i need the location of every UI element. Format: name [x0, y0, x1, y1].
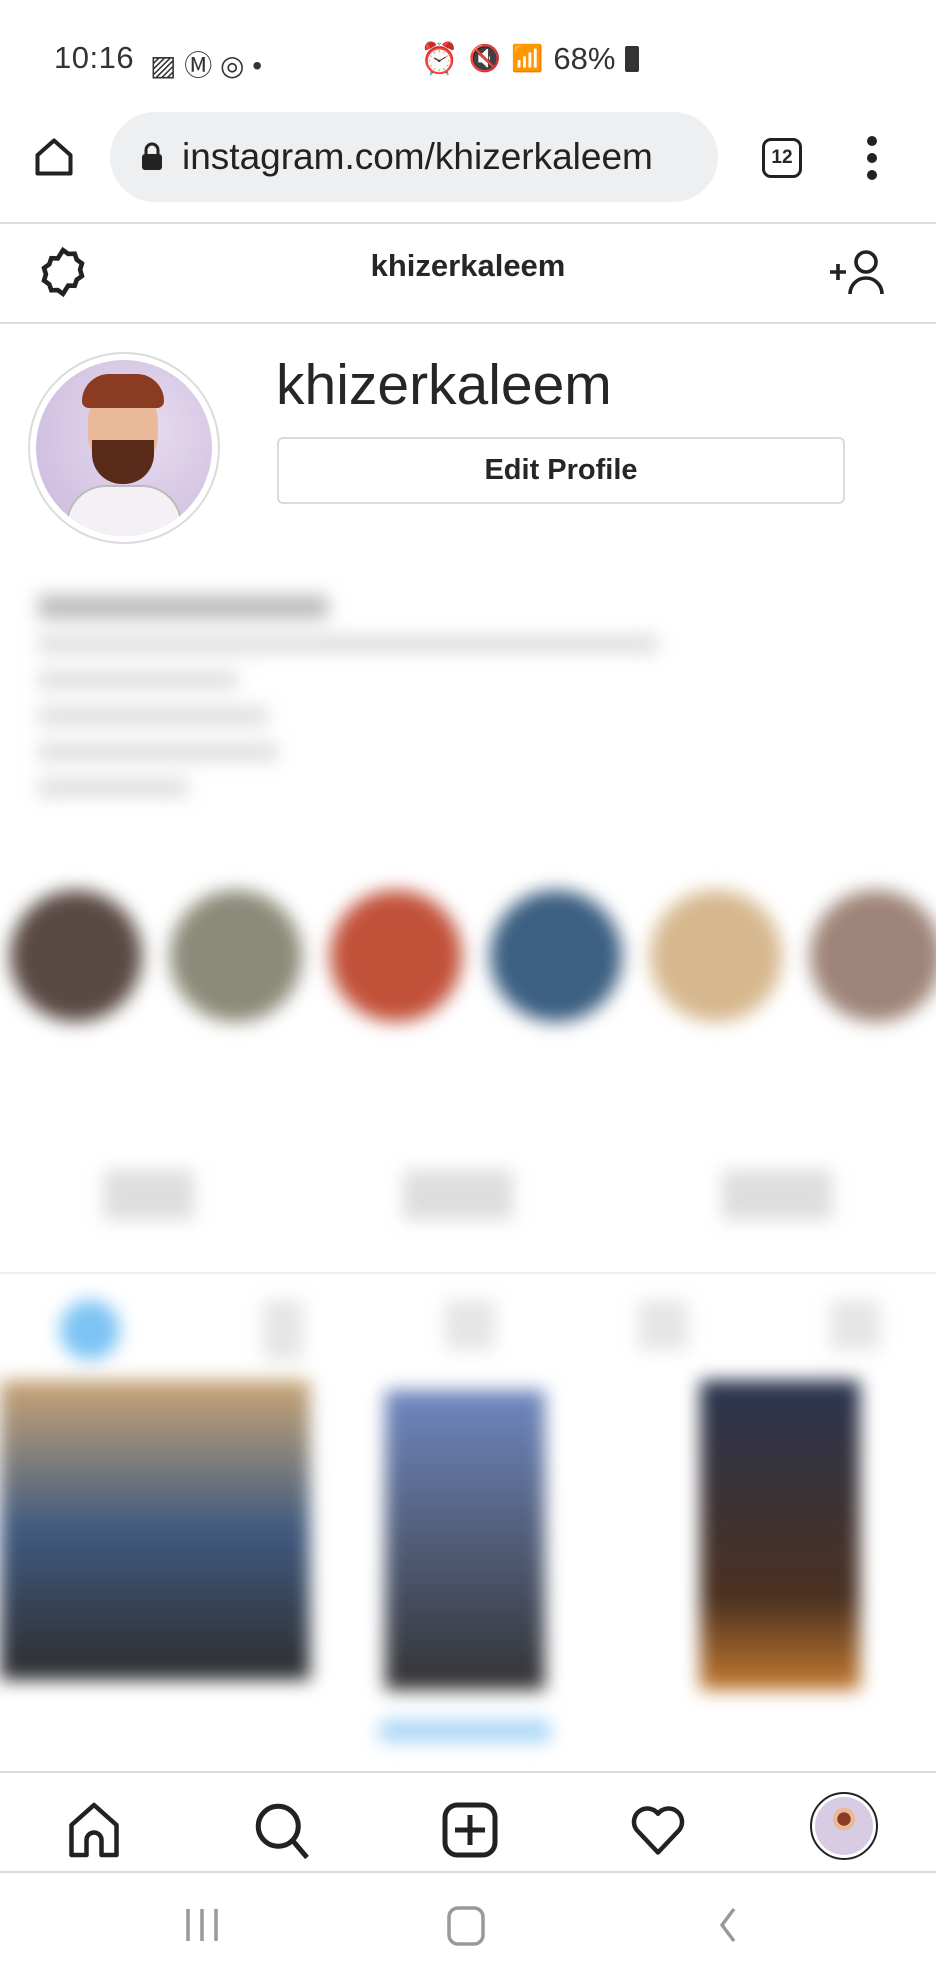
lock-icon	[142, 142, 162, 170]
status-time: 10:16	[54, 40, 135, 75]
alarm-icon: ⏰	[420, 41, 459, 76]
profile-stats	[0, 1170, 936, 1220]
system-home-icon[interactable]	[446, 1905, 486, 1947]
header-title: khizerkaleem	[370, 248, 566, 283]
profile-username: khizerkaleem	[276, 353, 612, 417]
divider	[0, 1771, 936, 1773]
battery-text: 68%	[553, 40, 616, 76]
story-highlights[interactable]	[10, 890, 936, 1022]
profile-avatar[interactable]	[28, 352, 220, 544]
nav-home-icon[interactable]	[64, 1800, 124, 1860]
back-icon[interactable]	[714, 1905, 742, 1945]
notification-icons: ▨ Ⓜ ◎ •	[150, 50, 263, 81]
nav-profile-avatar[interactable]	[810, 1792, 878, 1860]
nav-search-icon[interactable]	[252, 1800, 312, 1860]
home-icon[interactable]	[32, 135, 76, 179]
nav-new-post-icon[interactable]	[440, 1800, 500, 1860]
recent-apps-icon[interactable]	[184, 1905, 220, 1945]
profile-tabs[interactable]	[60, 1300, 880, 1360]
more-menu-icon[interactable]	[862, 135, 882, 181]
add-user-icon[interactable]	[828, 248, 886, 296]
url-text: instagram.com/khizerkaleem	[182, 136, 653, 177]
status-bar: 10:16 ▨ Ⓜ ◎ • ⏰ 🔇 📶 68%	[0, 0, 936, 110]
divider	[0, 222, 936, 224]
divider	[0, 1272, 936, 1274]
battery-icon	[625, 45, 640, 72]
divider	[0, 322, 936, 324]
mute-icon: 🔇	[468, 43, 501, 73]
nav-activity-icon[interactable]	[628, 1800, 688, 1860]
url-bar[interactable]: instagram.com/khizerkaleem	[110, 112, 718, 202]
edit-profile-button[interactable]: Edit Profile	[277, 437, 845, 504]
posts-grid[interactable]	[0, 1380, 936, 1742]
wifi-icon: 📶	[510, 43, 544, 73]
tabs-button[interactable]: 12	[762, 138, 802, 178]
divider	[0, 1871, 936, 1873]
bio-blurred	[38, 595, 658, 797]
